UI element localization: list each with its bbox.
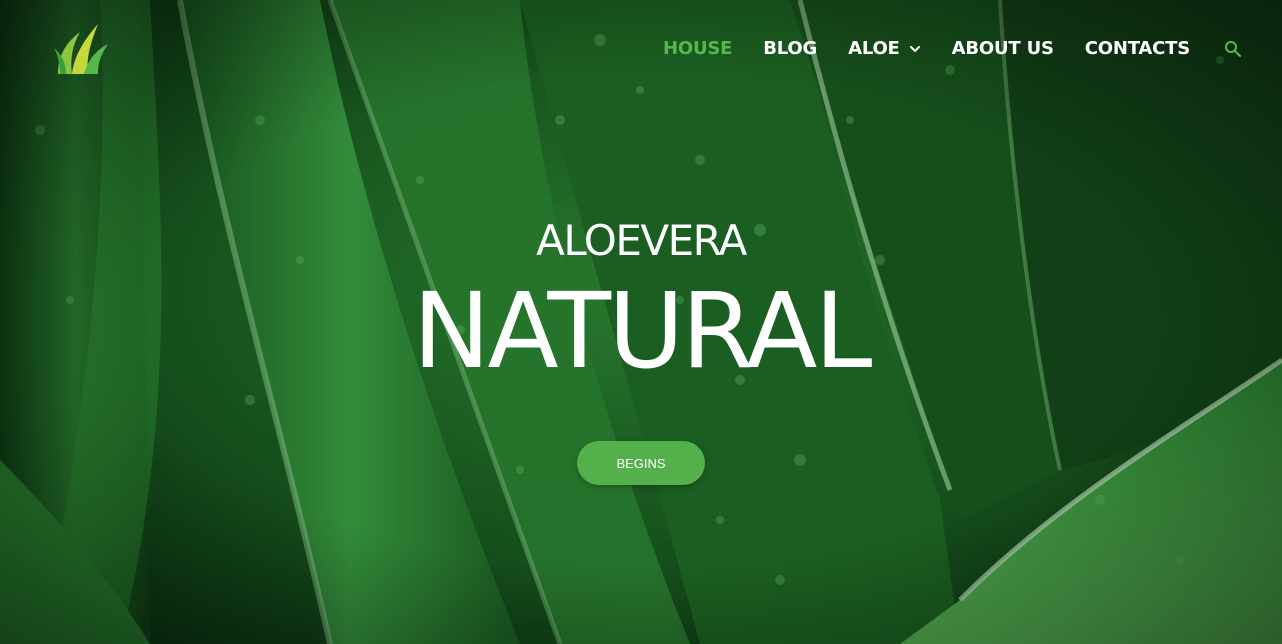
hero-subtitle: ALOEVERA	[0, 216, 1282, 265]
nav-item-label: ALOE	[848, 38, 900, 59]
nav-item-label: CONTACTS	[1084, 38, 1190, 59]
nav-item-label: ABOUT US	[951, 38, 1054, 59]
nav-item-contacts[interactable]: CONTACTS	[1085, 38, 1190, 59]
nav-item-about-us[interactable]: ABOUT US	[952, 38, 1054, 59]
nav-item-label: HOUSE	[663, 38, 733, 59]
begins-button[interactable]: BEGINS	[577, 441, 705, 485]
chevron-down-icon	[909, 45, 920, 52]
nav-item-label: BLOG	[763, 38, 818, 59]
nav-item-house[interactable]: HOUSE	[663, 38, 732, 59]
nav-item-aloe[interactable]: ALOE	[848, 38, 921, 59]
search-icon[interactable]	[1224, 40, 1242, 58]
hero-subtitle-text: ALOEVERA	[536, 216, 747, 265]
main-navigation: HOUSE BLOG ALOE ABOUT US CONTACTS	[632, 38, 1242, 59]
nav-item-blog[interactable]: BLOG	[763, 38, 817, 59]
hero-section: HOUSE BLOG ALOE ABOUT US CONTACTS ALOEVE…	[0, 0, 1282, 644]
hero-title: NATURAL	[412, 270, 873, 392]
grass-leaf-logo-icon[interactable]	[50, 18, 112, 78]
